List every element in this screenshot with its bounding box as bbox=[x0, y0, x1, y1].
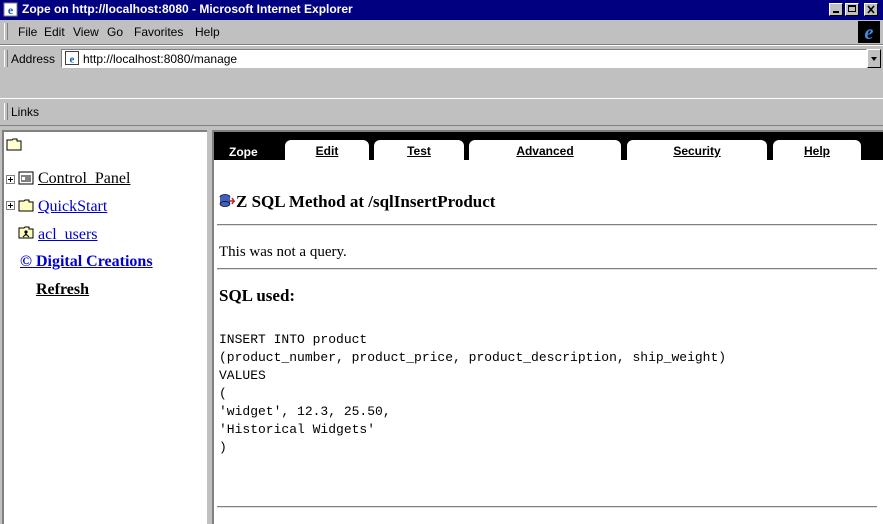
sql-method-icon bbox=[219, 194, 235, 207]
sql-used-heading: SQL used: bbox=[219, 286, 296, 305]
menu-favorites[interactable]: Favorites bbox=[134, 25, 183, 39]
navigation-pane bbox=[2, 130, 207, 524]
result-message: This was not a query. bbox=[219, 244, 347, 260]
tab-help[interactable]: Help bbox=[773, 140, 861, 160]
tree-item-quickstart[interactable]: QuickStart bbox=[38, 198, 107, 216]
ie-page-icon: e bbox=[3, 2, 18, 17]
address-input[interactable]: e http://localhost:8080/manage bbox=[61, 49, 867, 68]
tab-label: Security bbox=[673, 144, 721, 158]
menu-view[interactable]: View bbox=[73, 25, 99, 39]
address-label: Address bbox=[11, 52, 56, 66]
window-titlebar: e Zope on http://localhost:8080 - Micros… bbox=[0, 0, 883, 20]
menu-go[interactable]: Go bbox=[107, 25, 123, 39]
divider bbox=[217, 224, 877, 226]
maximize-icon bbox=[848, 5, 856, 12]
tab-label: Test bbox=[407, 144, 431, 158]
digital-creations-link[interactable]: © Digital Creations bbox=[20, 253, 153, 271]
ie-throbber: e bbox=[858, 21, 880, 44]
close-button[interactable] bbox=[864, 3, 878, 16]
window-title: Zope on http://localhost:8080 - Microsof… bbox=[22, 2, 353, 16]
sql-code-block: INSERT INTO product (product_number, pro… bbox=[219, 332, 727, 455]
tree-item-acl-users[interactable]: acl_users bbox=[38, 226, 98, 244]
tab-edit[interactable]: Edit bbox=[285, 140, 369, 160]
ie-page-icon: e bbox=[65, 51, 79, 65]
zope-brand: Zope bbox=[229, 145, 258, 159]
divider bbox=[217, 268, 877, 270]
toolbar-grip[interactable] bbox=[4, 50, 8, 67]
folder-icon bbox=[18, 199, 34, 212]
refresh-link[interactable]: Refresh bbox=[36, 281, 89, 299]
toolbar-grip[interactable] bbox=[4, 23, 8, 40]
address-bar: Address e http://localhost:8080/manage bbox=[0, 45, 883, 73]
links-label[interactable]: Links bbox=[11, 105, 39, 119]
links-bar: Links bbox=[0, 98, 883, 126]
toolbar-spacer bbox=[0, 72, 883, 98]
page-title: Z SQL Method at /sqlInsertProduct bbox=[236, 192, 496, 211]
ie-logo-icon: e bbox=[865, 22, 874, 44]
tree-item-control-panel[interactable]: Control_Panel bbox=[38, 170, 130, 188]
svg-text:e: e bbox=[8, 3, 14, 17]
toolbar-grip[interactable] bbox=[4, 103, 8, 120]
user-folder-icon bbox=[18, 226, 34, 239]
close-icon bbox=[867, 5, 875, 14]
minimize-icon bbox=[833, 11, 839, 13]
minimize-button[interactable] bbox=[829, 3, 843, 16]
root-folder-icon[interactable] bbox=[6, 137, 22, 151]
menu-file[interactable]: File bbox=[18, 25, 37, 39]
maximize-button[interactable] bbox=[845, 3, 859, 16]
tab-test[interactable]: Test bbox=[374, 140, 464, 160]
control-panel-icon bbox=[18, 171, 34, 185]
tab-security[interactable]: Security bbox=[627, 140, 767, 160]
tab-label: Help bbox=[803, 144, 830, 158]
management-pane bbox=[212, 130, 883, 524]
tab-label: Advanced bbox=[516, 144, 574, 158]
svg-text:e: e bbox=[70, 54, 75, 66]
menu-edit[interactable]: Edit bbox=[44, 25, 65, 39]
menu-bar bbox=[0, 20, 883, 45]
dropdown-arrow-icon bbox=[871, 57, 877, 61]
address-dropdown-button[interactable] bbox=[867, 49, 881, 68]
expand-control-panel[interactable] bbox=[6, 175, 15, 184]
divider bbox=[217, 506, 877, 508]
svg-text:e: e bbox=[865, 22, 874, 43]
address-url: http://localhost:8080/manage bbox=[83, 52, 238, 66]
tab-advanced[interactable]: Advanced bbox=[469, 140, 621, 160]
menu-help[interactable]: Help bbox=[195, 25, 220, 39]
tab-label: Edit bbox=[315, 144, 339, 158]
expand-quickstart[interactable] bbox=[6, 201, 15, 210]
